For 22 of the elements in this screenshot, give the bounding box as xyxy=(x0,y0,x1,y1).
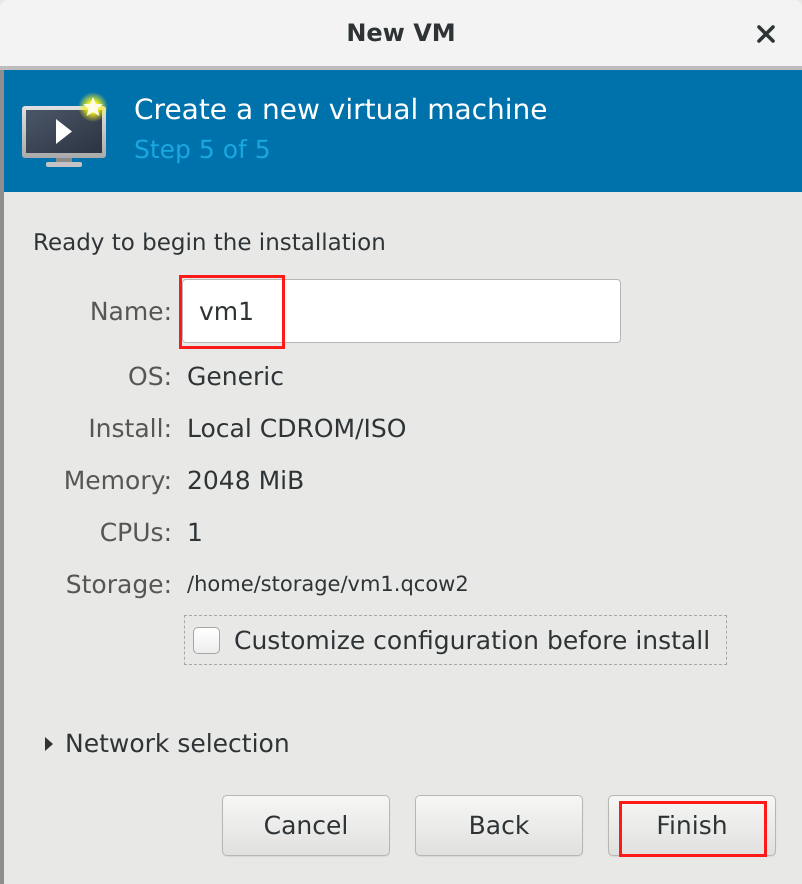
storage-path: /home/storage/vm1.qcow2 xyxy=(187,572,469,596)
name-input-field[interactable]: vm1 xyxy=(182,279,621,343)
field-value: Generic xyxy=(187,362,284,390)
dialog-button[interactable]: Cancel xyxy=(222,795,390,856)
customize-checkbox-option[interactable]: Customize configuration before install xyxy=(184,615,727,665)
field-value: 2048 MiB xyxy=(187,466,304,494)
field-label: OS: xyxy=(128,362,172,390)
field-label: Install: xyxy=(88,414,172,442)
network-expander[interactable]: Network selection xyxy=(45,729,290,759)
close-icon[interactable] xyxy=(756,24,776,44)
field-label: Memory: xyxy=(64,466,172,494)
field-value: Local CDROM/ISO xyxy=(187,414,406,442)
field-label: Storage: xyxy=(66,570,172,598)
field-label: CPUs: xyxy=(100,518,172,546)
dialog-button[interactable]: Back xyxy=(415,795,583,856)
dialog-button[interactable]: Finish xyxy=(608,795,776,856)
field-label: Name: xyxy=(90,296,172,326)
header-title: Create a new virtual machine xyxy=(134,93,548,127)
checkbox[interactable] xyxy=(193,626,220,654)
window-title: New VM xyxy=(346,19,456,47)
summary-heading: Ready to begin the installation xyxy=(33,229,386,258)
field-value: 1 xyxy=(187,518,203,546)
